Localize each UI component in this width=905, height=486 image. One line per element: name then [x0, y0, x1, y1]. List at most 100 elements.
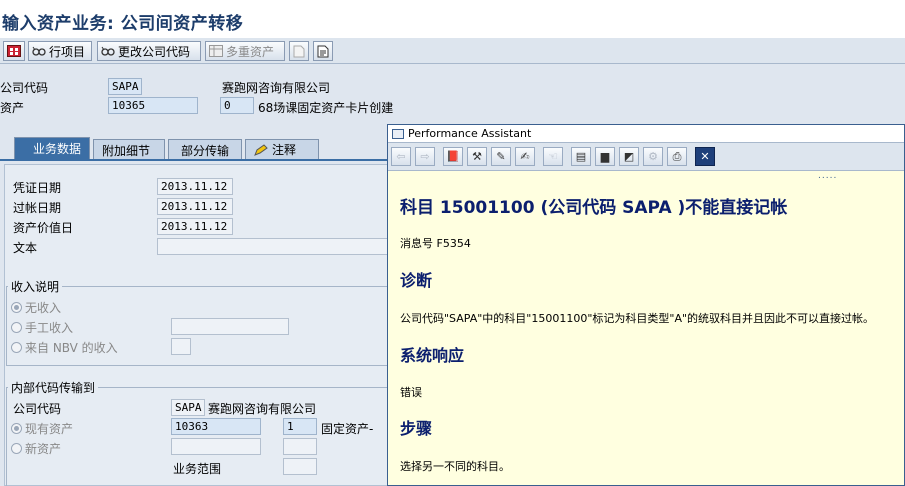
- posting-date-label: 过帐日期: [13, 201, 62, 215]
- no-revenue-radio[interactable]: 无收入: [11, 299, 61, 316]
- radio-label: 无收入: [25, 301, 62, 315]
- document-icon: [293, 44, 305, 58]
- existing-asset-field[interactable]: 10363: [171, 418, 261, 435]
- document-date-field[interactable]: 2013.11.12: [157, 178, 233, 195]
- title-bar: 输入资产业务: 公司间资产转移: [0, 0, 905, 38]
- pa-toolbar: ⇦ ⇨ 📕 ⚒ ✎ ✍ ☜ ▤ ▆ ◩ ⚙ ⎙ ✕: [388, 143, 904, 171]
- help-button[interactable]: ☜: [543, 147, 563, 166]
- forward-button[interactable]: ⇨: [415, 147, 435, 166]
- application-toolbar: 行项目 更改公司代码 多重资产: [0, 38, 905, 64]
- document-icon: [317, 44, 329, 58]
- tab-business-data[interactable]: 业务数据: [14, 137, 90, 159]
- pa-title: Performance Assistant: [408, 127, 532, 140]
- radio-label: 新资产: [25, 442, 62, 456]
- window-title: 输入资产业务: 公司间资产转移: [2, 14, 244, 34]
- tab-label: 部分传输: [181, 144, 230, 158]
- list-icon: ▤: [575, 150, 587, 163]
- pa-title-bar: Performance Assistant: [388, 125, 904, 143]
- back-button[interactable]: ⇦: [391, 147, 411, 166]
- company-name: 赛跑网咨询有限公司: [222, 81, 331, 95]
- transfer-company-label: 公司代码: [13, 402, 62, 416]
- procedure-text: 选择另一不同的科目。: [400, 460, 510, 473]
- tools-icon: ⚒: [472, 150, 482, 163]
- company-code-label: 公司代码: [0, 81, 49, 95]
- copy-button[interactable]: [289, 41, 309, 61]
- new-subnumber-field[interactable]: [283, 438, 317, 455]
- close-button[interactable]: ✕: [695, 147, 715, 166]
- glasses-icon: [101, 44, 115, 58]
- multiple-assets-label: 多重资产: [226, 44, 275, 59]
- edit-button[interactable]: ✎: [491, 147, 511, 166]
- value-date-field[interactable]: 2013.11.12: [157, 218, 233, 235]
- asset-label: 资产: [0, 101, 25, 115]
- tab-partial-transfer[interactable]: 部分传输: [168, 139, 242, 159]
- radio-label: 来自 NBV 的收入: [25, 341, 118, 355]
- window-icon: [392, 128, 404, 139]
- radio-icon: [11, 342, 22, 353]
- edit-list-icon: ✍: [520, 150, 530, 163]
- application-help-button[interactable]: ▤: [571, 147, 591, 166]
- company-code-field[interactable]: SAPA: [108, 78, 142, 95]
- asset-number-field[interactable]: 10365: [108, 97, 198, 114]
- links-button[interactable]: ▆: [595, 147, 615, 166]
- asset-subnumber-field[interactable]: 0: [220, 97, 254, 114]
- performance-assistant-window: Performance Assistant ⇦ ⇨ 📕 ⚒ ✎ ✍ ☜ ▤ ▆ …: [387, 124, 905, 486]
- new-asset-radio[interactable]: 新资产: [11, 440, 61, 457]
- bookmark-button[interactable]: ◩: [619, 147, 639, 166]
- pa-content: 科目 15001100 (公司代码 SAPA )不能直接记帐 消息号 F5354…: [388, 177, 904, 485]
- radio-label: 现有资产: [25, 422, 74, 436]
- radio-icon: [11, 302, 22, 313]
- settings-button[interactable]: ⚙: [643, 147, 663, 166]
- existing-asset-radio[interactable]: 现有资产: [11, 420, 73, 437]
- save-document-button[interactable]: [313, 41, 333, 61]
- message-heading: 科目 15001100 (公司代码 SAPA )不能直接记帐: [400, 198, 788, 218]
- existing-asset-description: 固定资产-: [321, 422, 374, 436]
- glasses-icon: [32, 44, 46, 58]
- posting-date-field[interactable]: 2013.11.12: [157, 198, 233, 215]
- close-icon: ✕: [700, 150, 710, 163]
- grid-icon: [7, 44, 21, 58]
- diagnosis-heading: 诊断: [400, 271, 433, 290]
- tab-notes[interactable]: 注释: [245, 139, 319, 159]
- radio-icon: [11, 322, 22, 333]
- overview-button[interactable]: [3, 41, 25, 61]
- edit-settings-button[interactable]: ✍: [515, 147, 535, 166]
- nbv-revenue-radio[interactable]: 来自 NBV 的收入: [11, 339, 118, 356]
- revenue-group-title: 收入说明: [8, 278, 63, 295]
- business-data-panel: 凭证日期 2013.11.12 过帐日期 2013.11.12 资产价值日 20…: [4, 164, 389, 486]
- tab-label: 注释: [272, 143, 297, 157]
- value-date-label: 资产价值日: [13, 221, 74, 235]
- manual-revenue-field[interactable]: [171, 318, 289, 335]
- arrow-left-icon: ⇦: [396, 150, 406, 163]
- transfer-company-name: 赛跑网咨询有限公司: [208, 402, 317, 416]
- transfer-company-field[interactable]: SAPA: [171, 399, 205, 416]
- tab-additional-details[interactable]: 附加细节: [93, 139, 165, 159]
- printer-icon: ⎙: [672, 149, 682, 163]
- change-company-label: 更改公司代码: [118, 44, 191, 59]
- existing-subnumber-field[interactable]: 1: [283, 418, 317, 435]
- diagnosis-text: 公司代码"SAPA"中的科目"15001100"标记为科目类型"A"的统驭科目并…: [400, 312, 875, 325]
- business-area-label: 业务范围: [173, 462, 222, 476]
- multiple-assets-button[interactable]: 多重资产: [205, 41, 285, 61]
- business-area-field[interactable]: [283, 458, 317, 475]
- line-items-label: 行项目: [49, 44, 86, 59]
- settings-icon: ⚙: [648, 150, 658, 163]
- nbv-revenue-checkbox[interactable]: [171, 338, 191, 355]
- print-button[interactable]: ⎙: [667, 147, 687, 166]
- new-asset-field[interactable]: [171, 438, 261, 455]
- radio-label: 手工收入: [25, 321, 74, 335]
- text-field[interactable]: [157, 238, 389, 255]
- procedure-heading: 步骤: [400, 419, 433, 438]
- system-response-heading: 系统响应: [400, 346, 465, 365]
- hand-icon: ☜: [548, 150, 558, 163]
- message-number: 消息号 F5354: [400, 237, 471, 250]
- book-icon: 📕: [446, 150, 460, 163]
- line-items-button[interactable]: 行项目: [28, 41, 92, 61]
- glossary-button[interactable]: 📕: [443, 147, 463, 166]
- system-response-text: 错误: [400, 386, 422, 399]
- arrow-right-icon: ⇨: [420, 150, 430, 163]
- manual-revenue-radio[interactable]: 手工收入: [11, 319, 73, 336]
- change-company-button[interactable]: 更改公司代码: [97, 41, 201, 61]
- technical-info-button[interactable]: ⚒: [467, 147, 487, 166]
- table-icon: [209, 44, 223, 58]
